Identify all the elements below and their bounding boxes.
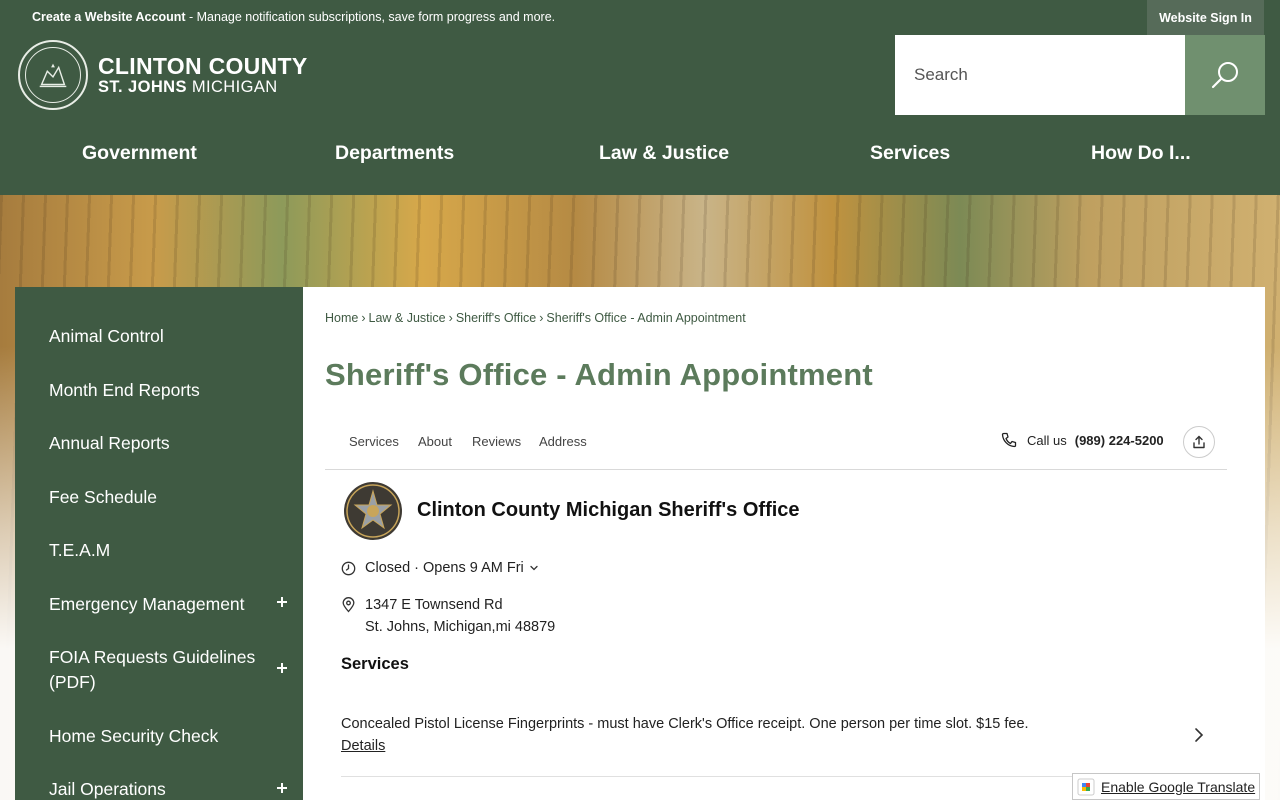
chevron-down-icon (530, 565, 538, 571)
share-icon (1193, 435, 1205, 449)
account-message-text: - Manage notification subscriptions, sav… (185, 10, 556, 24)
main-content: Home › Law & Justice › Sheriff's Office › Sher… (303, 287, 1265, 800)
service-item[interactable]: Concealed Pistol License Fingerprints - … (341, 704, 1212, 777)
sidebar-item-animal-control[interactable]: Animal Control (49, 324, 289, 349)
business-hours[interactable]: Closed · Opens 9 AM Fri (341, 560, 540, 576)
nav-law-justice[interactable]: Law & Justice (599, 142, 729, 165)
nav-government[interactable]: Government (82, 142, 197, 165)
breadcrumb-separator: › (361, 311, 366, 325)
breadcrumb-separator: › (448, 311, 453, 325)
site-logo[interactable]: CLINTON COUNTY ST. JOHNS MICHIGAN (18, 40, 308, 110)
location-pin-icon (342, 597, 355, 613)
sidebar-item-emergency-management[interactable]: Emergency Management (49, 592, 289, 617)
chevron-right-icon (1195, 728, 1204, 742)
booking-tabs: Services About Reviews Address Call us (… (325, 420, 1227, 470)
tab-about[interactable]: About (418, 434, 452, 449)
search-bar (895, 35, 1265, 115)
site-header: CLINTON COUNTY ST. JOHNS MICHIGAN Govern… (0, 35, 1280, 195)
logo-city-name: ST. JOHNS MICHIGAN (98, 77, 278, 96)
business-name: Clinton County Michigan Sheriff's Office (417, 499, 800, 521)
booking-widget: Services About Reviews Address Call us (… (325, 420, 1227, 800)
nav-how-do-i[interactable]: How Do I... (1091, 142, 1191, 165)
call-us-label: Call us (1027, 432, 1067, 448)
google-translate-icon (1077, 778, 1095, 795)
sidebar-item-annual-reports[interactable]: Annual Reports (49, 431, 289, 456)
breadcrumb: Home › Law & Justice › Sheriff's Office › Sher… (325, 311, 746, 325)
breadcrumb-law-justice[interactable]: Law & Justice (369, 311, 446, 325)
tab-reviews[interactable]: Reviews (472, 434, 521, 449)
account-message: Create a Website Account - Manage notifi… (32, 10, 555, 24)
address-text: 1347 E Townsend Rd St. Johns, Michigan,m… (365, 594, 555, 638)
logo-text: CLINTON COUNTY ST. JOHNS MICHIGAN (98, 54, 308, 97)
breadcrumb-current: Sheriff's Office - Admin Appointment (546, 311, 746, 325)
sidebar-item-fee-schedule[interactable]: Fee Schedule (49, 485, 289, 510)
expand-plus-icon[interactable] (274, 660, 290, 676)
phone-number: (989) 224-5200 (1074, 432, 1164, 448)
sidebar-item-foia-requests[interactable]: FOIA Requests Guidelines (PDF) (49, 645, 264, 695)
breadcrumb-home[interactable]: Home (325, 311, 358, 325)
search-button[interactable] (1185, 35, 1265, 115)
address-line-2: St. Johns, Michigan,mi 48879 (365, 619, 556, 635)
service-description: Concealed Pistol License Fingerprints - … (341, 716, 1029, 732)
nav-departments[interactable]: Departments (335, 142, 454, 165)
share-button[interactable] (1183, 426, 1215, 458)
sidebar-item-team[interactable]: T.E.A.M (49, 538, 289, 563)
search-icon (1211, 62, 1238, 89)
call-us-button[interactable]: Call us (989) 224-5200 (1001, 432, 1164, 448)
sidebar-item-home-security-check[interactable]: Home Security Check (49, 724, 289, 749)
sidebar-item-jail-operations[interactable]: Jail Operations (49, 777, 289, 800)
breadcrumb-sheriffs-office[interactable]: Sheriff's Office (456, 311, 536, 325)
top-utility-bar: Create a Website Account - Manage notifi… (0, 0, 1280, 35)
translate-label: Enable Google Translate (1101, 778, 1256, 795)
business-address: 1347 E Townsend Rd St. Johns, Michigan,m… (341, 594, 555, 638)
hours-status: Closed · Opens 9 AM Fri (365, 560, 524, 576)
county-seal-icon (18, 40, 88, 110)
sign-in-button[interactable]: Website Sign In (1147, 0, 1264, 35)
expand-plus-icon[interactable] (274, 594, 290, 610)
breadcrumb-separator: › (539, 311, 544, 325)
sidebar-nav: Animal Control Month End Reports Annual … (15, 287, 303, 800)
search-input[interactable] (895, 35, 1185, 115)
logo-county-name: CLINTON COUNTY (98, 52, 308, 79)
sheriff-badge-logo (343, 481, 403, 541)
phone-icon (1001, 432, 1017, 448)
address-line-1: 1347 E Townsend Rd (365, 597, 503, 613)
expand-plus-icon[interactable] (274, 780, 290, 796)
main-navigation: Government Departments Law & Justice Ser… (0, 120, 1280, 190)
sidebar-item-month-end-reports[interactable]: Month End Reports (49, 378, 289, 403)
tab-address[interactable]: Address (539, 434, 587, 449)
google-translate-button[interactable]: Enable Google Translate (1072, 773, 1260, 800)
create-account-link[interactable]: Create a Website Account (32, 10, 186, 24)
nav-services[interactable]: Services (870, 142, 950, 165)
service-details-link[interactable]: Details (341, 738, 385, 754)
services-heading: Services (341, 655, 409, 673)
page-title: Sheriff's Office - Admin Appointment (325, 357, 873, 392)
tab-services[interactable]: Services (349, 434, 399, 449)
clock-icon (341, 561, 356, 575)
